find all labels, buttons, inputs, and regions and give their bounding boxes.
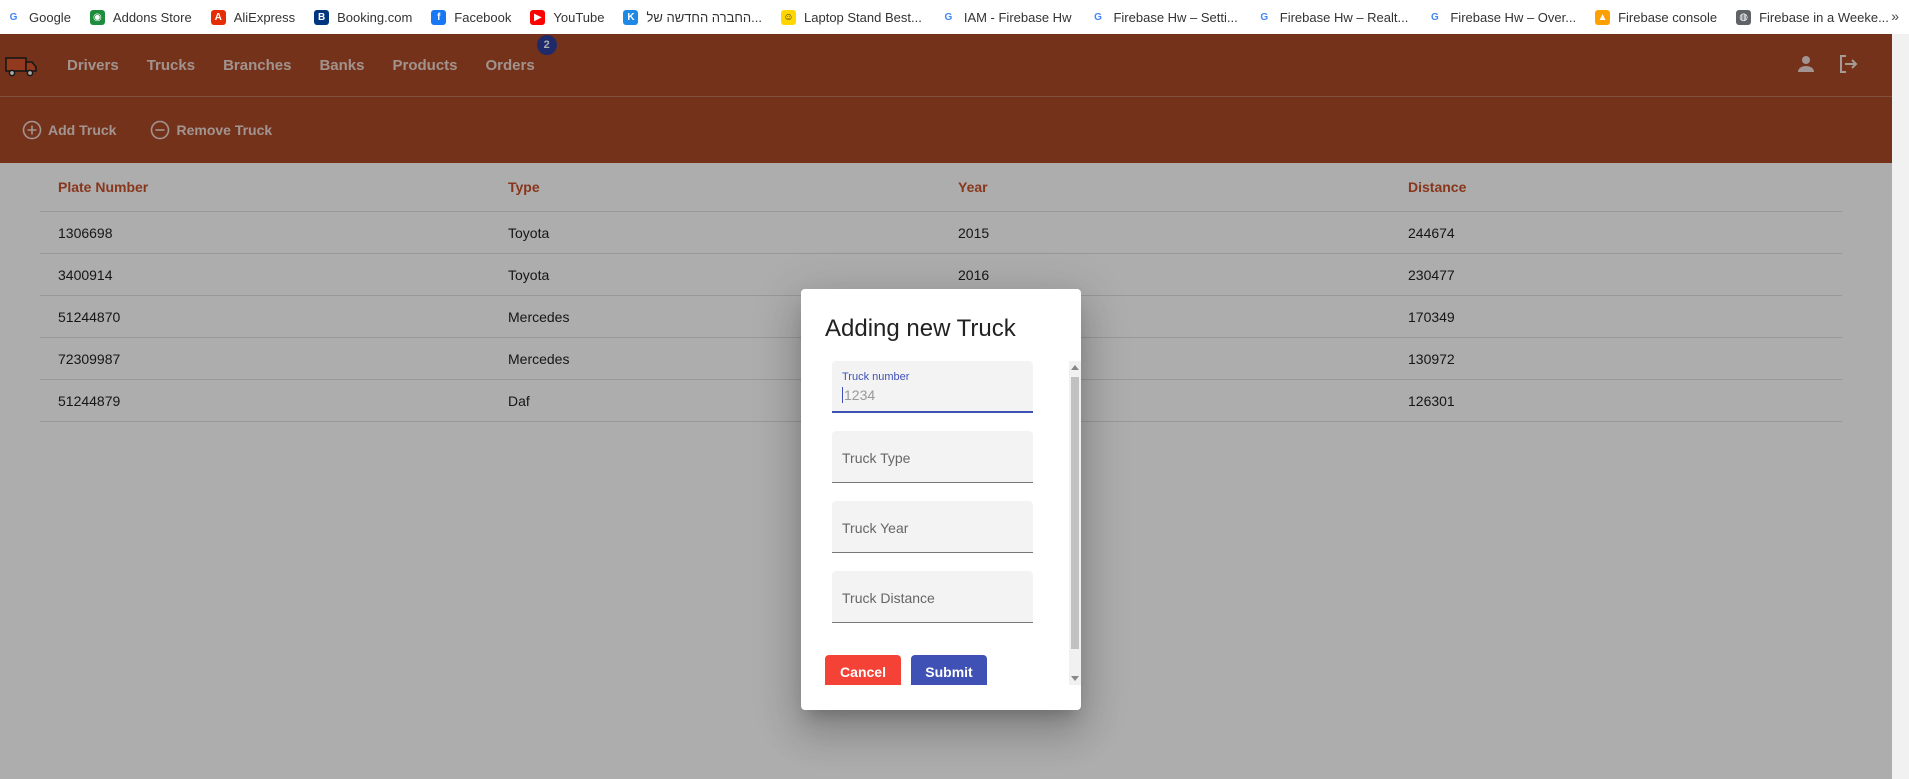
globe-icon: ◍: [1736, 9, 1752, 25]
google-icon: G: [1260, 11, 1269, 23]
bookmark-item[interactable]: ▲ Firebase console: [1595, 9, 1718, 25]
dialog-scrollbar[interactable]: [1069, 361, 1081, 685]
dialog-title: Adding new Truck: [825, 315, 1016, 342]
bookmark-label: Firebase Hw – Setti...: [1113, 9, 1238, 25]
bookmark-label: Facebook: [454, 9, 512, 25]
truck-year-field[interactable]: Truck Year: [832, 501, 1033, 553]
google-icon: G: [1430, 11, 1439, 23]
bookmark-label: IAM - Firebase Hw: [963, 9, 1072, 25]
bookmark-label: Firebase Hw – Realt...: [1279, 9, 1409, 25]
bookmark-item[interactable]: ◍ Firebase in a Weeke...: [1736, 9, 1889, 25]
truck-number-field[interactable]: Truck number 1234: [832, 361, 1033, 413]
aliexpress-icon: A: [210, 9, 226, 25]
bookmark-item[interactable]: G Google: [6, 10, 71, 25]
scroll-up-arrow-icon[interactable]: [1071, 365, 1079, 370]
bookmark-item[interactable]: K החברה החדשה של...: [623, 9, 763, 25]
submit-button[interactable]: Submit: [911, 655, 987, 685]
bookmark-label: Firebase console: [1618, 9, 1718, 25]
google-icon: G: [1094, 11, 1102, 23]
booking-icon: B: [314, 9, 330, 25]
bookmark-item[interactable]: G Firebase Hw – Setti...: [1090, 9, 1238, 25]
dialog-scroll-thumb[interactable]: [1071, 377, 1079, 649]
bookmarks-bar: G Google ◉ Addons Store A AliExpress B Booking.…: [0, 0, 1909, 34]
bookmarks-overflow-button[interactable]: »: [1891, 8, 1899, 24]
cancel-button[interactable]: Cancel: [825, 655, 901, 685]
youtube-icon: ▶: [530, 9, 546, 25]
bookmark-label: Google: [29, 9, 71, 25]
scroll-down-arrow-icon[interactable]: [1071, 676, 1079, 681]
truck-distance-input[interactable]: Truck Distance: [842, 590, 935, 606]
add-truck-dialog: Adding new Truck Truck number 1234 Truck…: [801, 289, 1081, 710]
truck-type-input[interactable]: Truck Type: [842, 450, 910, 466]
bookmark-item[interactable]: G Firebase Hw – Over...: [1427, 10, 1576, 25]
facebook-icon: f: [431, 9, 447, 25]
truck-distance-field[interactable]: Truck Distance: [832, 571, 1033, 623]
google-icon: G: [944, 11, 953, 23]
truck-type-field[interactable]: Truck Type: [832, 431, 1033, 483]
bookmark-label: AliExpress: [233, 9, 296, 25]
news-site-icon: K: [623, 9, 639, 25]
truck-year-input[interactable]: Truck Year: [842, 520, 908, 536]
bookmark-item[interactable]: B Booking.com: [314, 9, 413, 25]
truck-number-input[interactable]: 1234: [842, 387, 875, 403]
bookmark-item[interactable]: G Firebase Hw – Realt...: [1257, 9, 1409, 25]
bookmark-item[interactable]: f Facebook: [431, 9, 512, 25]
truck-number-label: Truck number: [842, 371, 910, 383]
bookmark-label: YouTube: [553, 9, 605, 25]
bookmark-label: Firebase in a Weeke...: [1759, 9, 1889, 25]
page-scrollbar[interactable]: [1892, 34, 1909, 779]
smiley-icon: ☺: [781, 9, 797, 25]
bookmark-item[interactable]: ◉ Addons Store: [89, 9, 192, 25]
bookmark-item[interactable]: A AliExpress: [210, 9, 296, 25]
firebase-icon: ▲: [1595, 9, 1611, 25]
bookmark-label: החברה החדשה של...: [646, 9, 763, 25]
google-icon: G: [9, 11, 18, 23]
bookmark-label: Addons Store: [112, 9, 192, 25]
bookmark-item[interactable]: ▶ YouTube: [530, 9, 605, 25]
bookmark-label: Laptop Stand Best...: [804, 9, 922, 25]
addons-store-icon: ◉: [89, 9, 105, 25]
bookmark-label: Booking.com: [337, 9, 413, 25]
dialog-content: Truck number 1234 Truck Type Truck Year …: [825, 361, 1081, 685]
bookmark-item[interactable]: G IAM - Firebase Hw: [941, 9, 1072, 25]
bookmark-item[interactable]: ☺ Laptop Stand Best...: [781, 9, 922, 25]
bookmark-label: Firebase Hw – Over...: [1450, 9, 1577, 25]
